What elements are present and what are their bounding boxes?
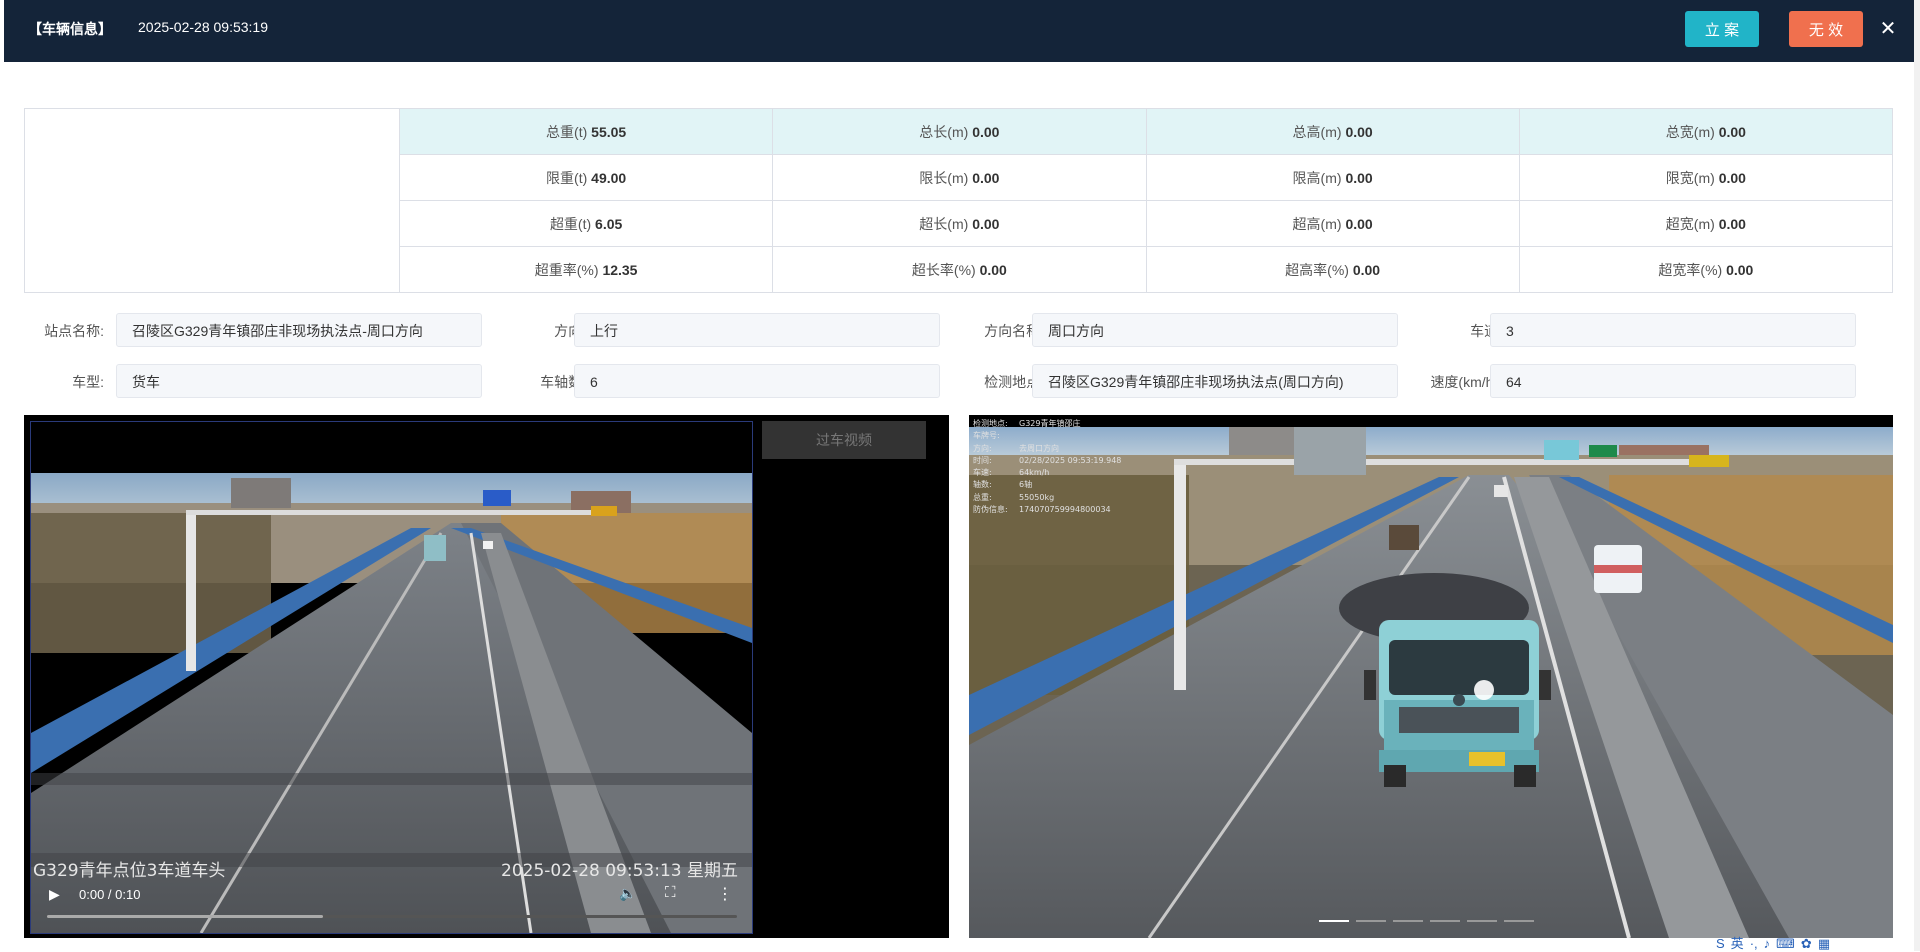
toolbox-icon[interactable]: ▦ <box>1818 936 1830 952</box>
scrollbar[interactable] <box>1914 0 1920 951</box>
osd-key: 防伪信息: <box>973 505 1008 515</box>
osd-key: 时间: <box>973 455 992 465</box>
vehicle-type-label: 车型: <box>72 374 104 390</box>
limit-height-cell: 限高(m) 0.00 <box>1145 154 1520 201</box>
osd-line: 轴数: 6轴 <box>973 479 1121 491</box>
osd-value: G329青年镇邵庄 <box>1019 419 1081 428</box>
osd-key: 车牌号: <box>973 431 1000 441</box>
keyboard-icon[interactable]: ⌨ <box>1776 936 1795 952</box>
ime-logo-icon[interactable]: S <box>1716 936 1725 951</box>
video-panel: G329青年点位3车道车头 2025-02-28 09:53:13 星期五 ▶ … <box>24 415 949 938</box>
direction-field[interactable]: 上行 <box>574 313 940 347</box>
osd-key: 轴数: <box>973 480 992 490</box>
osd-line: 总重: 55050kg <box>973 492 1121 504</box>
more-options-icon[interactable]: ⋮ <box>717 884 733 903</box>
over-length-rate-cell: 超长率(%) 0.00 <box>772 246 1147 293</box>
osd-line: 车速: 64km/h <box>973 467 1121 479</box>
direction-name-label: 方向名称: <box>984 323 1044 339</box>
over-weight-rate-cell: 超重率(%) 12.35 <box>398 246 774 293</box>
osd-line: 方向: 去周口方向 <box>973 443 1121 455</box>
station-field[interactable]: 召陵区G329青年镇邵庄非现场执法点-周口方向 <box>116 313 482 347</box>
osd-line: 时间: 02/28/2025 09:53:19.948 <box>973 455 1121 467</box>
video-time: 0:00 / 0:10 <box>79 887 141 902</box>
punctuation-icon[interactable]: ·, <box>1750 936 1758 951</box>
location-label: 检测地点: <box>984 374 1044 390</box>
carousel-indicators <box>1319 920 1541 924</box>
image-osd-overlay: 检测地点: G329青年镇邵庄车牌号: 方向: 去周口方向时间: 02/28/2025 … <box>973 418 1121 516</box>
osd-line: 防伪信息: 174070759994800034 <box>973 504 1121 516</box>
carousel-dot[interactable] <box>1319 920 1349 922</box>
osd-key: 车速: <box>973 468 992 478</box>
over-height-rate-cell: 超高率(%) 0.00 <box>1145 246 1520 293</box>
measurement-table: 总重(t) 55.05 总长(m) 0.00 总高(m) 0.00 总宽(m) … <box>24 108 1894 293</box>
info-row-2: 车型: 货车 车轴数: 6 检测地点: 召陵区G329青年镇邵庄非现场执法点(周… <box>24 364 1893 400</box>
osd-key: 检测地点: <box>973 419 1008 428</box>
carousel-dot[interactable] <box>1430 920 1460 922</box>
video-letterbox <box>31 422 752 473</box>
info-row-1: 站点名称: 召陵区G329青年镇邵庄非现场执法点-周口方向 方向: 上行 方向名… <box>24 313 1893 349</box>
total-width-cell: 总宽(m) 0.00 <box>1518 108 1894 155</box>
video-progress-bar[interactable] <box>47 915 737 918</box>
axle-count-label: 车轴数: <box>540 374 586 390</box>
dialog-header: 【车辆信息】 2025-02-28 09:53:19 立 案 无 效 ✕ <box>4 0 1914 62</box>
osd-value: 174070759994800034 <box>1019 505 1111 515</box>
dialog-title: 【车辆信息】 <box>28 21 112 37</box>
location-field[interactable]: 召陵区G329青年镇邵庄非现场执法点(周口方向) <box>1032 364 1398 398</box>
carousel-dot[interactable] <box>1504 920 1534 922</box>
close-icon[interactable]: ✕ <box>1878 17 1898 41</box>
limit-weight-cell: 限重(t) 49.00 <box>398 154 774 201</box>
vehicle-type-field[interactable]: 货车 <box>116 364 482 398</box>
over-weight-cell: 超重(t) 6.05 <box>398 200 774 247</box>
fullscreen-icon[interactable]: ⛶ <box>665 884 683 902</box>
total-weight-cell: 总重(t) 55.05 <box>398 108 774 155</box>
skin-icon[interactable]: ✿ <box>1801 936 1812 952</box>
vehicle-thumbnail-area <box>24 108 400 293</box>
axle-count-field[interactable]: 6 <box>574 364 940 398</box>
speed-field[interactable]: 64 <box>1490 364 1856 398</box>
osd-line: 检测地点: G329青年镇邵庄 <box>973 418 1121 430</box>
capture-image-panel[interactable]: 检测地点: G329青年镇邵庄车牌号: 方向: 去周口方向时间: 02/28/2025 … <box>969 415 1893 938</box>
video-controls: ▶ 0:00 / 0:10 🔈 ⛶ ⋮ <box>31 874 752 933</box>
pass-video-button[interactable]: 过车视频 <box>762 421 926 459</box>
ime-lang-icon[interactable]: 英 <box>1731 933 1744 952</box>
osd-value: 02/28/2025 09:53:19.948 <box>1019 455 1122 465</box>
microphone-icon[interactable]: ♪ <box>1764 936 1771 951</box>
over-width-rate-cell: 超宽率(%) 0.00 <box>1518 246 1894 293</box>
over-length-cell: 超长(m) 0.00 <box>772 200 1147 247</box>
over-height-cell: 超高(m) 0.00 <box>1145 200 1520 247</box>
station-label: 站点名称: <box>44 323 104 339</box>
osd-value: 55050kg <box>1019 492 1055 502</box>
lane-label: 车道: <box>1470 323 1502 339</box>
osd-value: 去周口方向 <box>1019 443 1059 453</box>
osd-value: 64km/h <box>1019 468 1050 478</box>
osd-value: 6轴 <box>1019 480 1033 490</box>
carousel-dot[interactable] <box>1356 920 1386 922</box>
play-icon[interactable]: ▶ <box>49 886 65 902</box>
carousel-dot[interactable] <box>1393 920 1423 922</box>
osd-line: 车牌号: <box>973 430 1121 442</box>
header-datetime: 2025-02-28 09:53:19 <box>138 19 268 35</box>
limit-length-cell: 限长(m) 0.00 <box>772 154 1147 201</box>
video-player[interactable]: G329青年点位3车道车头 2025-02-28 09:53:13 星期五 ▶ … <box>30 421 753 934</box>
osd-key: 总重: <box>973 492 992 502</box>
video-progress-fill <box>47 915 323 918</box>
invalid-button[interactable]: 无 效 <box>1789 11 1863 47</box>
speed-label: 速度(km/h): <box>1430 374 1502 390</box>
file-case-button[interactable]: 立 案 <box>1685 11 1759 47</box>
total-length-cell: 总长(m) 0.00 <box>772 108 1147 155</box>
osd-key: 方向: <box>973 443 992 453</box>
over-width-cell: 超宽(m) 0.00 <box>1518 200 1894 247</box>
total-height-cell: 总高(m) 0.00 <box>1145 108 1520 155</box>
limit-width-cell: 限宽(m) 0.00 <box>1518 154 1894 201</box>
carousel-dot[interactable] <box>1467 920 1497 922</box>
system-tray: S 英 ·, ♪ ⌨ ✿ ▦ <box>1716 933 1836 951</box>
lane-field[interactable]: 3 <box>1490 313 1856 347</box>
volume-icon[interactable]: 🔈 <box>619 885 637 903</box>
direction-name-field[interactable]: 周口方向 <box>1032 313 1398 347</box>
